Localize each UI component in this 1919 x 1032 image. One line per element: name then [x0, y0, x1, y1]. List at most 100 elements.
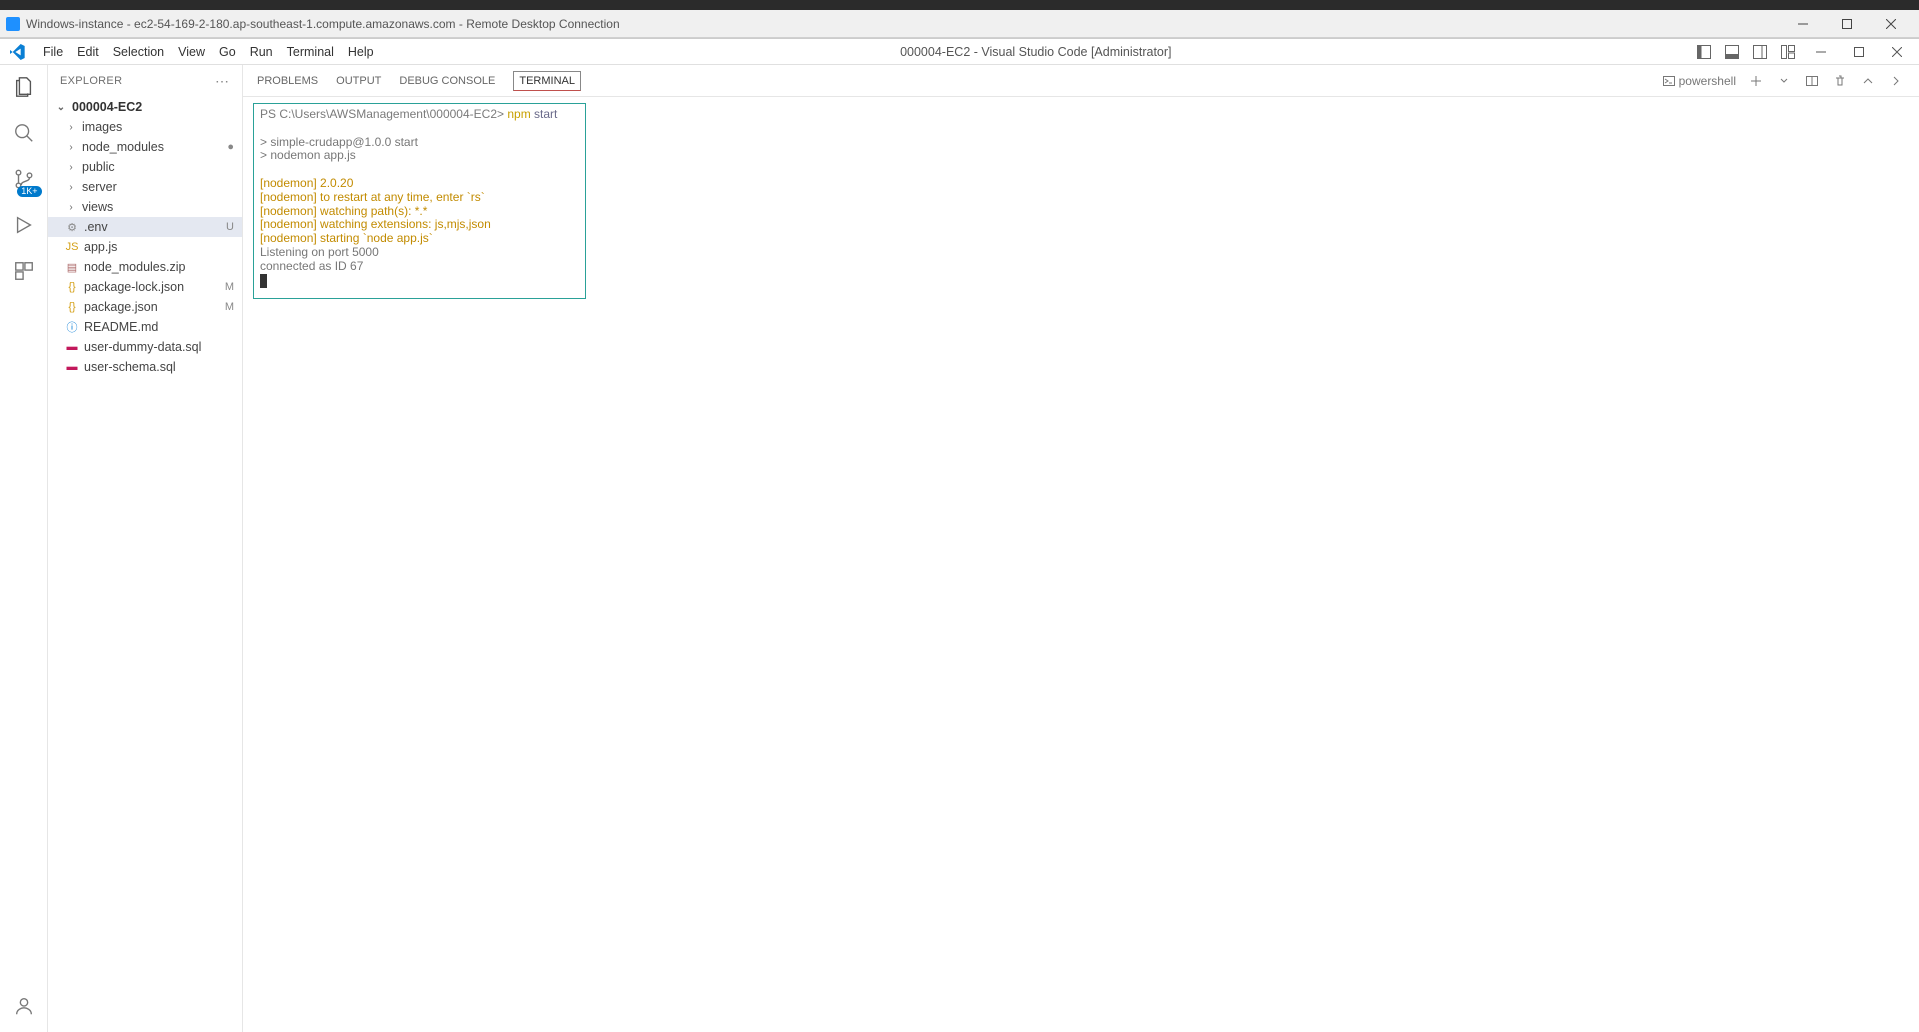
terminal-shell-selector[interactable]: powershell — [1662, 73, 1737, 89]
rdp-maximize-button[interactable] — [1825, 10, 1869, 38]
new-terminal-button[interactable] — [1747, 72, 1765, 90]
git-status-modified: M — [225, 301, 234, 313]
rdp-close-button[interactable] — [1869, 10, 1913, 38]
folder-server[interactable]: › server — [48, 177, 242, 197]
window-title: 000004-EC2 - Visual Studio Code [Adminis… — [381, 45, 1691, 59]
file-readme-md[interactable]: ⓘ README.md — [48, 317, 242, 337]
menu-view[interactable]: View — [171, 39, 212, 64]
panel-tabs: PROBLEMS OUTPUT DEBUG CONSOLE TERMINAL p… — [243, 65, 1919, 97]
terminal-panel[interactable]: PS C:\Users\AWSManagement\000004-EC2> np… — [243, 97, 1919, 1032]
activity-explorer[interactable] — [10, 73, 38, 101]
folder-views[interactable]: › views — [48, 197, 242, 217]
trash-icon — [1834, 75, 1846, 87]
project-root[interactable]: ⌄ 000004-EC2 — [48, 97, 242, 117]
activity-source-control[interactable]: 1K+ — [10, 165, 38, 193]
json-file-icon: {} — [64, 281, 80, 293]
zip-file-icon: ▤ — [64, 261, 80, 274]
file-package-lock-json[interactable]: {} package-lock.json M — [48, 277, 242, 297]
vscode-close-button[interactable] — [1879, 39, 1915, 65]
chevron-right-icon: › — [64, 202, 78, 213]
file-user-dummy-data-sql[interactable]: ▬ user-dummy-data.sql — [48, 337, 242, 357]
activity-search[interactable] — [10, 119, 38, 147]
split-icon — [1806, 75, 1818, 87]
search-icon — [13, 122, 35, 144]
maximize-panel-button[interactable] — [1859, 72, 1877, 90]
menu-file[interactable]: File — [36, 39, 70, 64]
tab-output[interactable]: OUTPUT — [336, 65, 381, 96]
chevron-right-icon — [1891, 76, 1901, 86]
plus-icon — [1750, 75, 1762, 87]
folder-images[interactable]: › images — [48, 117, 242, 137]
chevron-right-icon: › — [64, 162, 78, 173]
files-icon — [13, 76, 35, 98]
layout-sidebar-left-icon[interactable] — [1691, 40, 1717, 64]
git-status-untracked: U — [226, 221, 234, 233]
chevron-right-icon: › — [64, 182, 78, 193]
account-icon — [13, 995, 35, 1017]
git-ignored-dot-icon: ● — [227, 141, 234, 153]
file-env[interactable]: ⚙ .env U — [48, 217, 242, 237]
file-package-json[interactable]: {} package.json M — [48, 297, 242, 317]
maximize-icon — [1842, 19, 1852, 29]
activity-run-debug[interactable] — [10, 211, 38, 239]
chevron-up-icon — [1863, 76, 1873, 86]
gear-icon: ⚙ — [64, 221, 80, 234]
terminal-output[interactable]: PS C:\Users\AWSManagement\000004-EC2> np… — [253, 103, 586, 299]
file-user-schema-sql[interactable]: ▬ user-schema.sql — [48, 357, 242, 377]
extensions-icon — [13, 260, 35, 282]
activity-bar: 1K+ — [0, 65, 48, 1032]
explorer-title: EXPLORER — [60, 75, 122, 87]
sql-file-icon: ▬ — [64, 341, 80, 353]
layout-panel-icon[interactable] — [1719, 40, 1745, 64]
terminal-prompt: PS C:\Users\AWSManagement\000004-EC2> — [260, 107, 504, 121]
rdp-icon — [6, 17, 20, 31]
folder-node-modules[interactable]: › node_modules ● — [48, 137, 242, 157]
layout-sidebar-right-icon[interactable] — [1747, 40, 1773, 64]
explorer-sidebar: EXPLORER ⋯ ⌄ 000004-EC2 › images › node_… — [48, 65, 243, 1032]
menu-run[interactable]: Run — [243, 39, 280, 64]
file-app-js[interactable]: JS app.js — [48, 237, 242, 257]
menu-go[interactable]: Go — [212, 39, 243, 64]
activity-extensions[interactable] — [10, 257, 38, 285]
file-node-modules-zip[interactable]: ▤ node_modules.zip — [48, 257, 242, 277]
info-file-icon: ⓘ — [64, 319, 80, 335]
menu-selection[interactable]: Selection — [106, 39, 171, 64]
explorer-more-icon[interactable]: ⋯ — [215, 73, 230, 90]
terminal-cursor — [260, 274, 267, 288]
chevron-right-icon: › — [64, 122, 78, 133]
tab-terminal[interactable]: TERMINAL — [513, 71, 581, 91]
rdp-minimize-button[interactable] — [1781, 10, 1825, 38]
tab-debug-console[interactable]: DEBUG CONSOLE — [399, 65, 495, 96]
customize-layout-icon[interactable] — [1775, 40, 1801, 64]
folder-public[interactable]: › public — [48, 157, 242, 177]
source-control-badge: 1K+ — [17, 186, 41, 197]
project-name: 000004-EC2 — [72, 100, 242, 114]
js-file-icon: JS — [64, 241, 80, 253]
split-terminal-button[interactable] — [1803, 72, 1821, 90]
vscode-menubar: File Edit Selection View Go Run Terminal… — [0, 39, 1919, 65]
chevron-down-icon: ⌄ — [54, 102, 68, 113]
powershell-icon — [1663, 75, 1675, 87]
terminal-dropdown-button[interactable] — [1775, 72, 1793, 90]
json-file-icon: {} — [64, 301, 80, 313]
chevron-right-icon: › — [64, 142, 78, 153]
editor-area: PROBLEMS OUTPUT DEBUG CONSOLE TERMINAL p… — [243, 65, 1919, 1032]
kill-terminal-button[interactable] — [1831, 72, 1849, 90]
rdp-title: Windows-instance - ec2-54-169-2-180.ap-s… — [26, 17, 620, 31]
panel-more-button[interactable] — [1887, 72, 1905, 90]
minimize-icon — [1798, 19, 1808, 29]
file-tree: ⌄ 000004-EC2 › images › node_modules ● ›… — [48, 97, 242, 1032]
close-icon — [1886, 19, 1896, 29]
activity-accounts[interactable] — [10, 992, 38, 1020]
menu-terminal[interactable]: Terminal — [280, 39, 341, 64]
menu-edit[interactable]: Edit — [70, 39, 106, 64]
browser-tab-strip — [0, 0, 1919, 10]
menu-help[interactable]: Help — [341, 39, 381, 64]
vscode-minimize-button[interactable] — [1803, 39, 1839, 65]
explorer-header: EXPLORER ⋯ — [48, 65, 242, 97]
vscode-logo-icon — [8, 42, 28, 62]
tab-problems[interactable]: PROBLEMS — [257, 65, 318, 96]
rdp-titlebar: Windows-instance - ec2-54-169-2-180.ap-s… — [0, 10, 1919, 38]
git-status-modified: M — [225, 281, 234, 293]
vscode-maximize-button[interactable] — [1841, 39, 1877, 65]
